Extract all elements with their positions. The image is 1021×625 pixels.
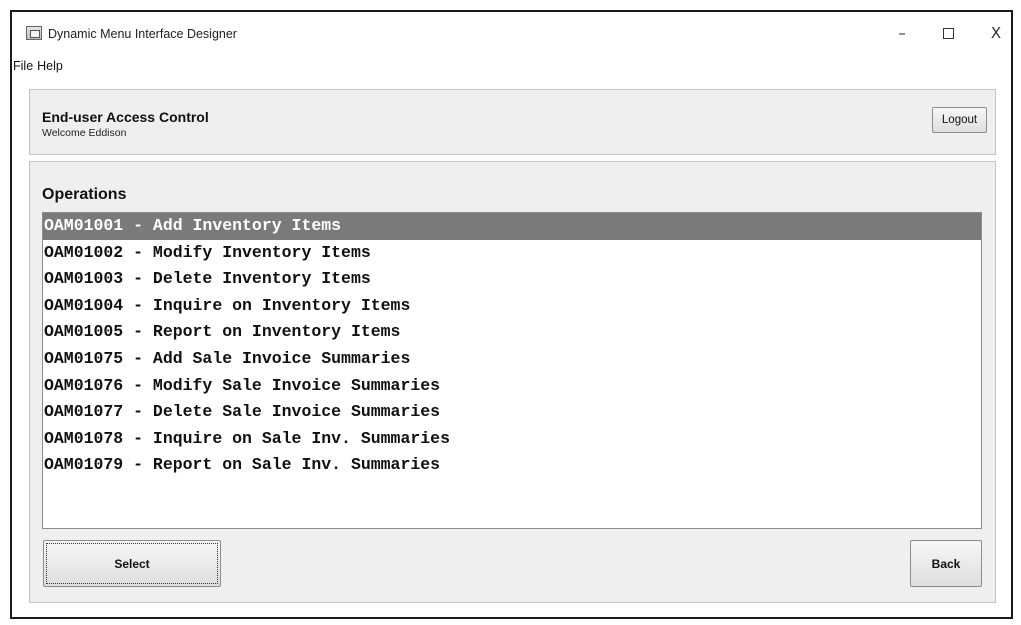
minimize-icon: – [898, 24, 906, 42]
select-button[interactable]: Select [43, 540, 221, 587]
welcome-text: Welcome Eddison [42, 127, 127, 139]
java-app-icon [26, 26, 42, 40]
menu-help[interactable]: Help [36, 56, 66, 76]
list-item[interactable]: OAM01002 - Modify Inventory Items [43, 240, 981, 267]
list-item[interactable]: OAM01076 - Modify Sale Invoice Summaries [43, 373, 981, 400]
page-title: End-user Access Control [42, 109, 209, 125]
operations-panel: Operations OAM01001 - Add Inventory Item… [29, 161, 996, 603]
app-window: Dynamic Menu Interface Designer – X File… [10, 10, 1013, 619]
menu-bar: File Help [12, 56, 1011, 76]
menu-file[interactable]: File [12, 56, 36, 76]
list-item[interactable]: OAM01003 - Delete Inventory Items [43, 266, 981, 293]
list-item[interactable]: OAM01075 - Add Sale Invoice Summaries [43, 346, 981, 373]
close-button[interactable]: X [978, 20, 1014, 46]
window-title: Dynamic Menu Interface Designer [48, 27, 237, 41]
list-item[interactable]: OAM01079 - Report on Sale Inv. Summaries [43, 452, 981, 479]
title-bar[interactable]: Dynamic Menu Interface Designer – X [12, 12, 1011, 50]
list-item[interactable]: OAM01001 - Add Inventory Items [43, 213, 981, 240]
back-button[interactable]: Back [910, 540, 982, 587]
operations-title: Operations [42, 186, 127, 203]
close-icon: X [990, 24, 1002, 42]
list-item[interactable]: OAM01077 - Delete Sale Invoice Summaries [43, 399, 981, 426]
logout-button[interactable]: Logout [932, 107, 987, 133]
list-item[interactable]: OAM01005 - Report on Inventory Items [43, 319, 981, 346]
header-panel: End-user Access Control Welcome Eddison … [29, 89, 996, 155]
list-item[interactable]: OAM01004 - Inquire on Inventory Items [43, 293, 981, 320]
maximize-icon [942, 27, 954, 39]
maximize-button[interactable] [930, 20, 966, 46]
operations-list[interactable]: OAM01001 - Add Inventory Items OAM01002 -… [42, 212, 982, 529]
list-item[interactable]: OAM01078 - Inquire on Sale Inv. Summarie… [43, 426, 981, 453]
minimize-button[interactable]: – [884, 20, 920, 46]
